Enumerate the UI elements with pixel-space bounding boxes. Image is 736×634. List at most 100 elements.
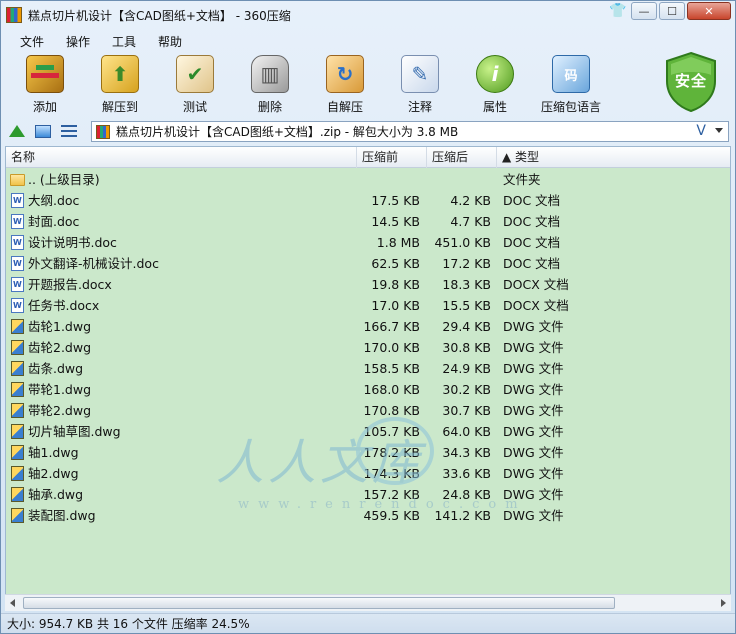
column-name[interactable]: 名称 [6, 147, 357, 168]
properties-button-label: 属性 [482, 100, 507, 114]
file-packed-size: 30.8 KB [442, 340, 491, 355]
menu-file[interactable]: 文件 [9, 33, 55, 50]
file-list[interactable]: 名称 压缩前 压缩后 ▲ 类型 .. (上级目录)文件夹大纲.doc17.5 K… [5, 146, 731, 611]
app-window: 糕点切片机设计【含CAD图纸+文档】 - 360压缩 👕 — ☐ ✕ 文件 操作… [0, 0, 736, 634]
file-packed-size: 451.0 KB [434, 235, 491, 250]
menu-bar: 文件 操作 工具 帮助 [1, 31, 735, 51]
menu-help[interactable]: 帮助 [147, 33, 193, 50]
list-view-icon [61, 124, 77, 138]
window-controls: 👕 — ☐ ✕ [607, 2, 731, 20]
file-row[interactable]: 带轮1.dwg 168.0 KB 30.2 KB DWG 文件 [6, 379, 730, 400]
file-row[interactable]: 装配图.dwg 459.5 KB 141.2 KB DWG 文件 [6, 505, 730, 526]
column-header-row: 名称 压缩前 压缩后 ▲ 类型 [6, 147, 730, 168]
file-packed-size: 141.2 KB [434, 508, 491, 523]
file-row[interactable]: 带轮2.dwg 170.8 KB 30.7 KB DWG 文件 [6, 400, 730, 421]
file-packed-size: 17.2 KB [442, 256, 491, 271]
extract-to-button[interactable]: ⬆ 解压到 [89, 55, 151, 115]
file-row[interactable]: 切片轴草图.dwg 105.7 KB 64.0 KB DWG 文件 [6, 421, 730, 442]
up-folder-button[interactable] [7, 121, 27, 141]
file-packed-size: 34.3 KB [442, 445, 491, 460]
file-type: DWG 文件 [503, 382, 564, 397]
comment-icon: ✎ [401, 55, 439, 93]
scroll-right-icon[interactable] [721, 599, 726, 607]
menu-tools[interactable]: 工具 [101, 33, 147, 50]
path-field[interactable]: 糕点切片机设计【含CAD图纸+文档】.zip - 解包大小为 3.8 MB V [91, 121, 729, 142]
file-type: DWG 文件 [503, 424, 564, 439]
minimize-button[interactable]: — [631, 2, 657, 20]
file-row[interactable]: 外文翻译-机械设计.doc62.5 KB17.2 KBDOC 文档 [6, 253, 730, 274]
file-row[interactable]: 大纲.doc17.5 KB4.2 KBDOC 文档 [6, 190, 730, 211]
file-type: DOC 文档 [503, 214, 561, 229]
file-type: DOCX 文档 [503, 277, 569, 292]
column-packed[interactable]: 压缩后 [427, 147, 497, 168]
add-button-label: 添加 [32, 100, 57, 114]
archive-language-button-label: 压缩包语言 [540, 100, 601, 114]
file-packed-size: 30.7 KB [442, 403, 491, 418]
scroll-thumb[interactable] [23, 597, 615, 609]
file-packed-size: 24.8 KB [442, 487, 491, 502]
file-packed-size: 64.0 KB [442, 424, 491, 439]
file-packed-size: 18.3 KB [442, 277, 491, 292]
file-row[interactable]: 齿轮1.dwg 166.7 KB 29.4 KB DWG 文件 [6, 316, 730, 337]
path-dropdown-arrow-icon[interactable] [715, 128, 723, 133]
file-type: DWG 文件 [503, 466, 564, 481]
self-extract-button-label: 自解压 [326, 100, 363, 114]
test-button[interactable]: ✔ 测试 [164, 55, 226, 115]
column-size[interactable]: 压缩前 [357, 147, 427, 168]
delete-button-label: 删除 [257, 100, 282, 114]
scroll-left-icon[interactable] [10, 599, 15, 607]
file-row[interactable]: 轴承.dwg 157.2 KB 24.8 KB DWG 文件 [6, 484, 730, 505]
extract-icon: ⬆ [101, 55, 139, 93]
file-packed-size: 24.9 KB [442, 361, 491, 376]
test-button-label: 测试 [182, 100, 207, 114]
skin-button[interactable]: 👕 [607, 2, 629, 20]
title-bar[interactable]: 糕点切片机设计【含CAD图纸+文档】 - 360压缩 👕 — ☐ ✕ [1, 1, 735, 29]
file-row[interactable]: 齿条.dwg 158.5 KB 24.9 KB DWG 文件 [6, 358, 730, 379]
view-list-button[interactable] [59, 121, 79, 141]
file-packed-size: 4.7 KB [450, 214, 491, 229]
file-type: DWG 文件 [503, 340, 564, 355]
path-text: 糕点切片机设计【含CAD图纸+文档】.zip - 解包大小为 3.8 MB [116, 125, 459, 139]
file-type: DOC 文档 [503, 235, 561, 250]
maximize-button[interactable]: ☐ [659, 2, 685, 20]
toolbar: 添加 ⬆ 解压到 ✔ 测试 ▥ 删除 ↻ 自解压 ✎ 注释 i 属性 码 压缩包… [1, 51, 735, 117]
file-row[interactable]: 齿轮2.dwg 170.0 KB 30.8 KB DWG 文件 [6, 337, 730, 358]
file-row[interactable]: 封面.doc14.5 KB4.7 KBDOC 文档 [6, 211, 730, 232]
close-button[interactable]: ✕ [687, 2, 731, 20]
check-icon[interactable]: V [696, 123, 706, 139]
menu-operation[interactable]: 操作 [55, 33, 101, 50]
security-shield[interactable]: 安全 [663, 51, 719, 113]
view-thumbnail-button[interactable] [33, 121, 53, 141]
file-row[interactable]: 轴1.dwg 178.2 KB 34.3 KB DWG 文件 [6, 442, 730, 463]
file-packed-size: 29.4 KB [442, 319, 491, 334]
window-title: 糕点切片机设计【含CAD图纸+文档】 - 360压缩 [28, 8, 291, 23]
delete-button[interactable]: ▥ 删除 [239, 55, 301, 115]
file-row[interactable]: 设计说明书.doc1.8 MB451.0 KBDOC 文档 [6, 232, 730, 253]
file-packed-size: 33.6 KB [442, 466, 491, 481]
security-badge-label: 安全 [674, 71, 707, 90]
file-row[interactable]: 任务书.docx17.0 KB15.5 KBDOCX 文档 [6, 295, 730, 316]
test-icon: ✔ [176, 55, 214, 93]
file-type: DWG 文件 [503, 319, 564, 334]
self-extract-button[interactable]: ↻ 自解压 [314, 55, 376, 115]
archive-language-icon: 码 [552, 55, 590, 93]
archive-language-button[interactable]: 码 压缩包语言 [539, 55, 603, 115]
file-type: 文件夹 [503, 172, 541, 187]
self-extract-icon: ↻ [326, 55, 364, 93]
column-type[interactable]: ▲ 类型 [497, 147, 730, 168]
comment-button[interactable]: ✎ 注释 [389, 55, 451, 115]
add-archive-icon [26, 55, 64, 93]
add-button[interactable]: 添加 [14, 55, 76, 115]
up-arrow-icon [9, 125, 25, 137]
app-logo-icon [6, 7, 22, 23]
file-type: DWG 文件 [503, 487, 564, 502]
file-packed-size: 15.5 KB [442, 298, 491, 313]
address-bar: 糕点切片机设计【含CAD图纸+文档】.zip - 解包大小为 3.8 MB V [1, 119, 735, 143]
file-row[interactable]: 开题报告.docx19.8 KB18.3 KBDOCX 文档 [6, 274, 730, 295]
file-packed-size [6, 169, 491, 190]
file-row[interactable]: .. (上级目录) 文件夹 [6, 169, 730, 190]
file-row[interactable]: 轴2.dwg 174.3 KB 33.6 KB DWG 文件 [6, 463, 730, 484]
horizontal-scrollbar[interactable] [5, 594, 731, 611]
properties-button[interactable]: i 属性 [464, 55, 526, 115]
status-bar: 大小: 954.7 KB 共 16 个文件 压缩率 24.5% [1, 613, 735, 633]
